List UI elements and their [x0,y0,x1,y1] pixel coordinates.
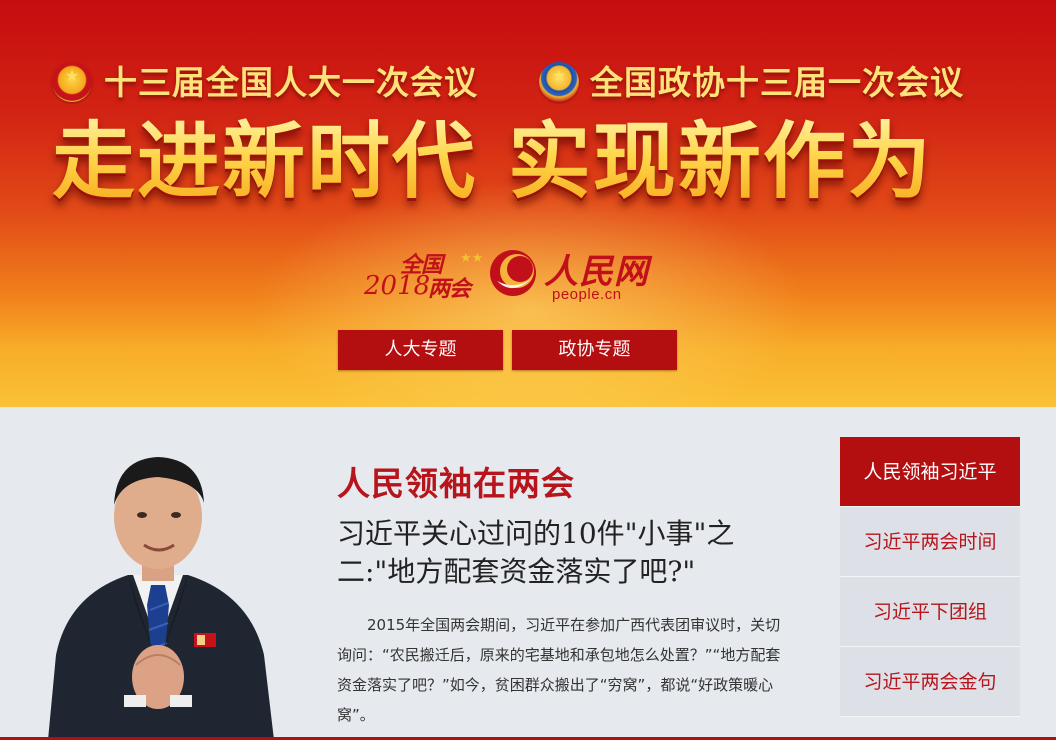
leader-portrait-image[interactable] [38,445,278,740]
slogan-headline: 走进新时代 实现新作为 [52,112,1012,212]
stars-icon: ★★ [460,251,484,266]
cppcc-topic-button[interactable]: 政协专题 [512,330,677,370]
logo-event-year: 2018 [364,271,431,301]
logo-event-bottom: 两会 [428,277,471,302]
two-sessions-2018-logo: 全国 2018 两会 ★★ [362,245,488,305]
article-headline-link[interactable]: 习近平关心过问的10件"小事"之二:"地方配套资金落实了吧?" [337,515,807,591]
side-nav-item-leader[interactable]: 人民领袖习近平 [840,437,1020,507]
header-banner: 十三届全国人大一次会议 全国政协十三届一次会议 走进新时代 实现新作为 全国 2… [0,0,1056,407]
npc-session-title: 十三届全国人大一次会议 [104,63,478,102]
section-title: 人民领袖在两会 [337,464,575,503]
side-nav: 人民领袖习近平 习近平两会时间 习近平下团组 习近平两会金句 [840,437,1020,717]
side-nav-item-sessions-time[interactable]: 习近平两会时间 [840,507,1020,577]
national-emblem-icon [52,62,92,102]
side-nav-item-delegations[interactable]: 习近平下团组 [840,577,1020,647]
npc-topic-button[interactable]: 人大专题 [338,330,503,370]
cppcc-session-title: 全国政协十三届一次会议 [590,63,964,102]
main-content: 人民领袖在两会 习近平关心过问的10件"小事"之二:"地方配套资金落实了吧?" … [0,407,1056,740]
article-summary: 2015年全国两会期间，习近平在参加广西代表团审议时，关切询问：“农民搬迁后，原… [337,616,781,724]
people-daily-logo-icon [490,250,536,296]
cppcc-emblem-icon [539,62,579,102]
side-nav-item-quotes[interactable]: 习近平两会金句 [840,647,1020,717]
people-site-domain: people.cn [552,286,622,303]
